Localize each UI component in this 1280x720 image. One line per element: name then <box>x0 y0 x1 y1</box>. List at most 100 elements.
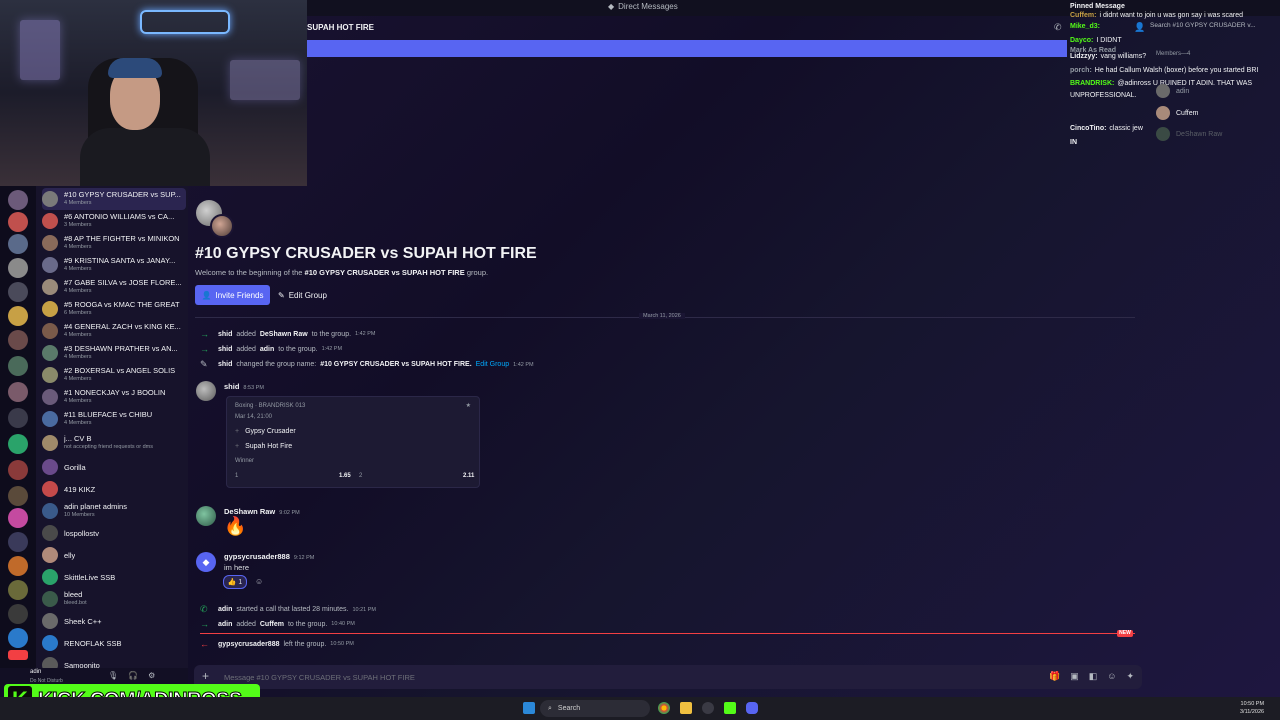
headphones-icon[interactable]: 🎧 <box>128 671 138 680</box>
apps-icon[interactable]: ✦ <box>1126 671 1134 682</box>
emoji-icon[interactable]: ☺ <box>1107 671 1116 682</box>
edit-group-link[interactable]: Edit Group <box>476 361 509 368</box>
dm-item[interactable]: #1 NONECKJAY vs J BOOLIN 4 Members <box>42 386 186 408</box>
chat-line: Mike_d3: <box>1070 20 1103 34</box>
windows-start-icon[interactable] <box>523 702 535 714</box>
message-author[interactable]: shid 8:53 PM <box>224 382 264 391</box>
dm-item[interactable]: #6 ANTONIO WILLIAMS vs CA... 3 Members <box>42 210 186 232</box>
dm-item[interactable]: j... CV Bnot accepting friend requests o… <box>42 432 186 454</box>
phone-icon[interactable]: ✆ <box>1054 22 1062 33</box>
dm-name: adin planet admins <box>64 502 127 511</box>
dm-name: elly <box>64 550 76 560</box>
avatar <box>1156 84 1170 98</box>
avatar <box>42 235 58 251</box>
invite-friends-button[interactable]: 👤 Invite Friends <box>195 285 270 305</box>
embed-option[interactable]: + Gypsy Crusader <box>235 428 296 435</box>
discord-avatar-icon[interactable]: ◆ <box>196 552 216 572</box>
gear-icon[interactable]: ⚙ <box>148 671 155 680</box>
discord-icon[interactable] <box>746 702 758 714</box>
mic-icon[interactable]: 🎙 <box>108 671 118 680</box>
member-row[interactable]: DeShawn Raw <box>1156 127 1222 141</box>
sticker-icon[interactable]: ◧ <box>1089 671 1098 682</box>
server-icon[interactable] <box>8 212 28 232</box>
server-icon[interactable] <box>8 628 28 648</box>
user-name[interactable]: adin <box>30 669 41 675</box>
dm-item[interactable]: RENOFLAK SSB <box>42 632 186 654</box>
chrome-icon[interactable] <box>658 702 670 714</box>
cam-person-body <box>80 128 210 186</box>
server-icon[interactable] <box>8 580 28 600</box>
server-icon[interactable] <box>8 282 28 302</box>
dm-name: SkittleLive SSB <box>64 572 116 582</box>
gift-icon[interactable]: 🎁 <box>1049 671 1060 682</box>
server-icon[interactable] <box>8 408 28 428</box>
message-author[interactable]: DeShawn Raw 9:02 PM <box>224 507 300 516</box>
dm-item[interactable]: Sheek C++ <box>42 610 186 632</box>
dm-item[interactable]: lospollostv <box>42 522 186 544</box>
system-message: → shid added adin to the group. 1:42 PM <box>200 344 343 354</box>
dm-item[interactable]: #4 GENERAL ZACH vs KING KE... 4 Members <box>42 320 186 342</box>
odds-value[interactable]: 1.65 <box>339 473 351 479</box>
folder-icon[interactable] <box>680 702 692 714</box>
server-icon[interactable] <box>8 532 28 552</box>
star-icon[interactable]: ★ <box>466 402 471 409</box>
taskbar-search[interactable]: ⌕ Search <box>540 700 650 717</box>
server-rail <box>0 186 36 680</box>
server-icon[interactable] <box>8 258 28 278</box>
kick-app-icon[interactable] <box>724 702 736 714</box>
server-icon[interactable] <box>8 382 28 402</box>
arrow-right-icon: → <box>200 329 209 339</box>
server-icon[interactable] <box>8 234 28 254</box>
server-icon[interactable] <box>8 306 28 326</box>
dm-item[interactable]: #11 BLUEFACE vs CHIBU 4 Members <box>42 408 186 430</box>
dm-item[interactable]: #7 GABE SILVA vs JOSE FLORE... 4 Members <box>42 276 186 298</box>
dm-item[interactable]: #8 AP THE FIGHTER vs MINIKON 4 Members <box>42 232 186 254</box>
dm-item[interactable]: SkittleLive SSB <box>42 566 186 588</box>
server-icon[interactable] <box>8 434 28 454</box>
server-icon[interactable] <box>8 460 28 480</box>
app-icon[interactable] <box>702 702 714 714</box>
dm-item[interactable]: #10 GYPSY CRUSADER vs SUP... 4 Members <box>42 188 186 210</box>
server-icon[interactable] <box>8 356 28 376</box>
message-author[interactable]: gypsycrusader888 9:12 PM <box>224 552 314 561</box>
dm-item[interactable]: elly <box>42 544 186 566</box>
dm-item[interactable]: adin planet admins 10 Members <box>42 500 186 522</box>
dm-item[interactable]: bleed bleed.bot <box>42 588 186 610</box>
server-icon[interactable] <box>8 604 28 624</box>
dm-item[interactable]: Gorilla <box>42 456 186 478</box>
avatar[interactable] <box>196 506 216 526</box>
member-row[interactable]: adin <box>1156 84 1189 98</box>
member-row[interactable]: Cuffem <box>1156 106 1198 120</box>
server-icon[interactable] <box>8 330 28 350</box>
avatar[interactable] <box>196 381 216 401</box>
dm-item[interactable]: 419 KIKZ <box>42 478 186 500</box>
system-message: → shid added DeShawn Raw to the group. 1… <box>200 329 376 339</box>
discord-icon: ◆ <box>608 2 615 11</box>
window-title: ◆ Direct Messages <box>608 2 678 11</box>
composer-tools: 🎁 ▣ ◧ ☺ ✦ <box>1049 671 1134 682</box>
plus-icon[interactable]: + <box>202 669 209 683</box>
server-icon[interactable] <box>8 556 28 576</box>
system-message: ✆ adin started a call that lasted 28 min… <box>200 604 376 614</box>
dm-item[interactable]: #3 DESHAWN PRATHER vs AN... 4 Members <box>42 342 186 364</box>
server-icon[interactable] <box>8 508 28 528</box>
group-welcome: Welcome to the beginning of the #10 GYPS… <box>195 268 489 277</box>
reaction-pill[interactable]: 👍 1 <box>223 575 247 589</box>
taskbar-clock[interactable]: 10:50 PM 3/11/2026 <box>1240 700 1264 716</box>
webcam-overlay <box>0 0 307 186</box>
add-reaction-icon[interactable]: ☺ <box>255 577 263 586</box>
embed-option[interactable]: + Supah Hot Fire <box>235 443 292 450</box>
message-input[interactable]: Message #10 GYPSY CRUSADER vs SUPAH HOT … <box>224 673 415 682</box>
gif-icon[interactable]: ▣ <box>1070 671 1079 682</box>
dm-item[interactable]: #2 BOXERSAL vs ANGEL SOLIS 4 Members <box>42 364 186 386</box>
edit-group-button[interactable]: ✎ Edit Group <box>278 285 338 305</box>
dm-item[interactable]: #5 ROOGA vs KMAC THE GREAT 6 Members <box>42 298 186 320</box>
server-icon[interactable] <box>8 486 28 506</box>
bet-embed: Boxing · BRANDRISK 013 ★ Mar 14, 21:00 +… <box>226 396 480 488</box>
odds-value[interactable]: 2.11 <box>463 473 474 479</box>
server-icon[interactable] <box>8 190 28 210</box>
message-composer[interactable]: + Message #10 GYPSY CRUSADER vs SUPAH HO… <box>194 665 1142 689</box>
date-separator: March 11, 2026 <box>195 313 1135 319</box>
dm-item[interactable]: #9 KRISTINA SANTA vs JANAY... 4 Members <box>42 254 186 276</box>
member-list: Members—4 adin Cuffem DeShawn Raw <box>1150 40 1280 150</box>
